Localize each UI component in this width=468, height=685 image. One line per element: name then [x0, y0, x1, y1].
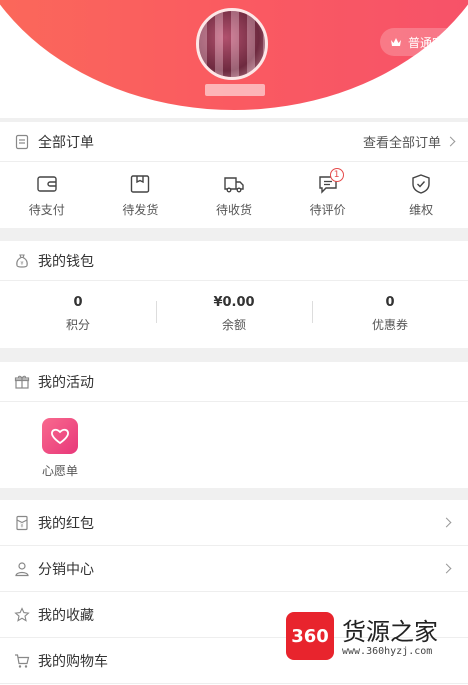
wallet-icon — [37, 175, 57, 192]
order-status-after-sales[interactable]: 维权 — [374, 162, 468, 228]
wishlist-entry[interactable]: 心愿单 — [38, 418, 82, 479]
chevron-right-icon — [441, 517, 452, 528]
coupons-label: 优惠券 — [371, 318, 408, 332]
wallet-stats: 0 积分 ¥0.00 余额 0 优惠券 — [0, 281, 468, 347]
truck-icon — [224, 176, 244, 192]
order-status-pending-receipt[interactable]: 待收货 — [187, 162, 281, 228]
review-count-badge: 1 — [329, 168, 344, 182]
order-status-pending-review[interactable]: 1 待评价 — [281, 162, 375, 228]
menu-item-label: 我的收藏 — [38, 607, 94, 624]
avatar-blur — [199, 11, 265, 77]
activity-section: 我的活动 心愿单 — [0, 362, 468, 488]
coupons-stat[interactable]: 0 优惠券 — [312, 295, 468, 333]
order-status-label: 待发货 — [122, 202, 159, 217]
heart-icon — [51, 428, 69, 445]
activity-header[interactable]: 我的活动 — [0, 362, 468, 402]
member-level-label: 普通客户 — [408, 35, 457, 50]
chevron-right-icon — [445, 136, 456, 147]
wallet-header[interactable]: ¥ 我的钱包 — [0, 241, 468, 281]
watermark-url: www.360hyzj.com — [342, 646, 433, 657]
avatar[interactable] — [196, 8, 268, 80]
order-status-pending-shipment[interactable]: 待发货 — [94, 162, 188, 228]
order-status-pending-payment[interactable]: 待支付 — [0, 162, 94, 228]
star-icon — [14, 606, 30, 622]
orders-header[interactable]: 全部订单 查看全部订单 — [0, 122, 468, 162]
crown-icon — [391, 38, 401, 46]
balance-stat[interactable]: ¥0.00 余额 — [156, 295, 312, 333]
username-blurred — [205, 84, 265, 96]
balance-value: ¥0.00 — [213, 295, 255, 310]
order-status-label: 维权 — [409, 202, 434, 217]
view-all-orders-label: 查看全部订单 — [362, 136, 441, 151]
wishlist-icon-tile — [42, 418, 78, 454]
wallet-section: ¥ 我的钱包 0 积分 ¥0.00 余额 0 优惠券 — [0, 241, 468, 348]
order-status-row: 待支付 待发货 待收货 1 待评价 维权 — [0, 162, 468, 228]
cart-icon — [15, 653, 30, 668]
menu-item-red-envelope[interactable]: ¥ 我的红包 — [0, 500, 468, 546]
orders-title: 全部订单 — [38, 134, 94, 151]
box-icon — [131, 174, 150, 193]
points-label: 积分 — [65, 318, 90, 332]
balance-label: 余额 — [221, 318, 246, 332]
shield-icon — [412, 173, 430, 194]
menu-item-distribution[interactable]: 分销中心 — [0, 546, 468, 592]
wallet-title: 我的钱包 — [38, 253, 94, 270]
order-status-label: 待评价 — [309, 202, 346, 217]
menu-item-label: 我的红包 — [38, 515, 94, 532]
svg-text:¥: ¥ — [20, 523, 23, 529]
user-icon — [15, 561, 29, 576]
points-value: 0 — [73, 295, 83, 310]
wishlist-label: 心愿单 — [41, 464, 78, 478]
member-level-badge[interactable]: 普通客户 — [380, 28, 468, 56]
profile-header: 普通客户 — [0, 0, 468, 118]
chevron-right-icon — [441, 563, 452, 574]
menu-item-label: 我的购物车 — [38, 653, 108, 670]
activity-title: 我的活动 — [38, 374, 94, 391]
menu-item-label: 分销中心 — [38, 561, 94, 578]
watermark-name: 货源之家 — [342, 618, 438, 646]
gift-icon — [14, 375, 30, 389]
order-list-icon — [15, 134, 29, 149]
order-status-label: 待支付 — [28, 202, 65, 217]
watermark-logo: 360 — [286, 612, 334, 660]
view-all-orders-link[interactable]: 查看全部订单 — [362, 132, 456, 151]
order-status-label: 待收货 — [215, 202, 252, 217]
coupons-value: 0 — [385, 295, 395, 310]
orders-section: 全部订单 查看全部订单 待支付 待发货 待收货 1 待评价 维权 — [0, 122, 468, 228]
svg-text:¥: ¥ — [20, 261, 23, 267]
red-envelope-icon: ¥ — [16, 515, 28, 530]
site-watermark: 360 货源之家 www.360hyzj.com — [286, 610, 466, 665]
money-bag-icon: ¥ — [16, 253, 28, 268]
points-stat[interactable]: 0 积分 — [0, 295, 156, 333]
